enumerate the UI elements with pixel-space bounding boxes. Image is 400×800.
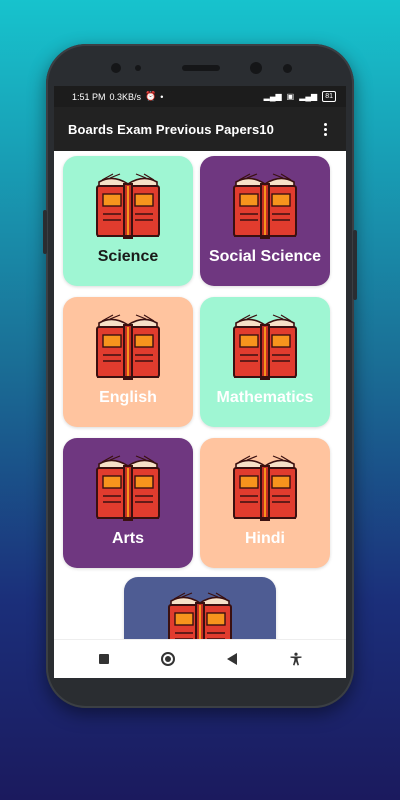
app-screen: 1:51 PM 0.3KB/s ⏰ • ▂▄▆ ▣ ▂▄▆ 81 Boards … bbox=[54, 86, 346, 678]
more-vert-icon[interactable] bbox=[316, 119, 334, 139]
book-icon bbox=[93, 172, 163, 240]
book-icon bbox=[165, 591, 235, 639]
volte-icon: ▣ bbox=[286, 92, 295, 101]
subject-label: Mathematics bbox=[216, 389, 314, 406]
sensor-2-icon bbox=[283, 64, 292, 73]
recents-icon[interactable] bbox=[92, 647, 116, 671]
app-title: Boards Exam Previous Papers10 bbox=[68, 121, 274, 137]
home-icon[interactable] bbox=[156, 647, 180, 671]
phone-side-button-right bbox=[353, 230, 357, 300]
subject-grid: Science Social Science English Mathemati… bbox=[63, 156, 335, 568]
subject-grid-container: Science Social Science English Mathemati… bbox=[54, 151, 346, 639]
subject-card-mathematics[interactable]: Mathematics bbox=[200, 297, 330, 427]
book-icon bbox=[230, 172, 300, 240]
front-camera-2-icon bbox=[250, 62, 262, 74]
front-camera-icon bbox=[111, 63, 121, 73]
signal-icon: ▂▄▆ bbox=[263, 92, 282, 101]
book-icon bbox=[93, 454, 163, 522]
subject-label: Social Science bbox=[208, 248, 322, 265]
subject-label: English bbox=[99, 389, 157, 406]
subject-card-partial[interactable] bbox=[124, 577, 276, 639]
signal-2-icon: ▂▄▆ bbox=[299, 92, 318, 101]
subject-card-english[interactable]: English bbox=[63, 297, 193, 427]
phone-side-button-left bbox=[43, 210, 47, 254]
status-speed: 0.3KB/s bbox=[109, 91, 142, 102]
status-time: 1:51 PM bbox=[72, 91, 106, 102]
battery-icon: 81 bbox=[322, 91, 336, 102]
subject-label: Hindi bbox=[245, 530, 285, 547]
book-icon bbox=[230, 313, 300, 381]
subject-card-arts[interactable]: Arts bbox=[63, 438, 193, 568]
subject-card-science[interactable]: Science bbox=[63, 156, 193, 286]
back-icon[interactable] bbox=[220, 647, 244, 671]
book-icon bbox=[230, 454, 300, 522]
dot-icon: • bbox=[160, 91, 164, 102]
subject-label: Arts bbox=[111, 530, 144, 547]
alarm-icon: ⏰ bbox=[145, 91, 157, 101]
subject-card-social-science[interactable]: Social Science bbox=[200, 156, 330, 286]
app-bar: Boards Exam Previous Papers10 bbox=[54, 107, 346, 151]
system-nav-bar bbox=[54, 639, 346, 678]
subject-card-hindi[interactable]: Hindi bbox=[200, 438, 330, 568]
sensor-icon bbox=[135, 65, 141, 71]
accessibility-icon[interactable] bbox=[284, 647, 308, 671]
subject-label: Science bbox=[97, 248, 159, 265]
earpiece-speaker bbox=[182, 65, 220, 71]
status-bar: 1:51 PM 0.3KB/s ⏰ • ▂▄▆ ▣ ▂▄▆ 81 bbox=[54, 86, 346, 107]
book-icon bbox=[93, 313, 163, 381]
